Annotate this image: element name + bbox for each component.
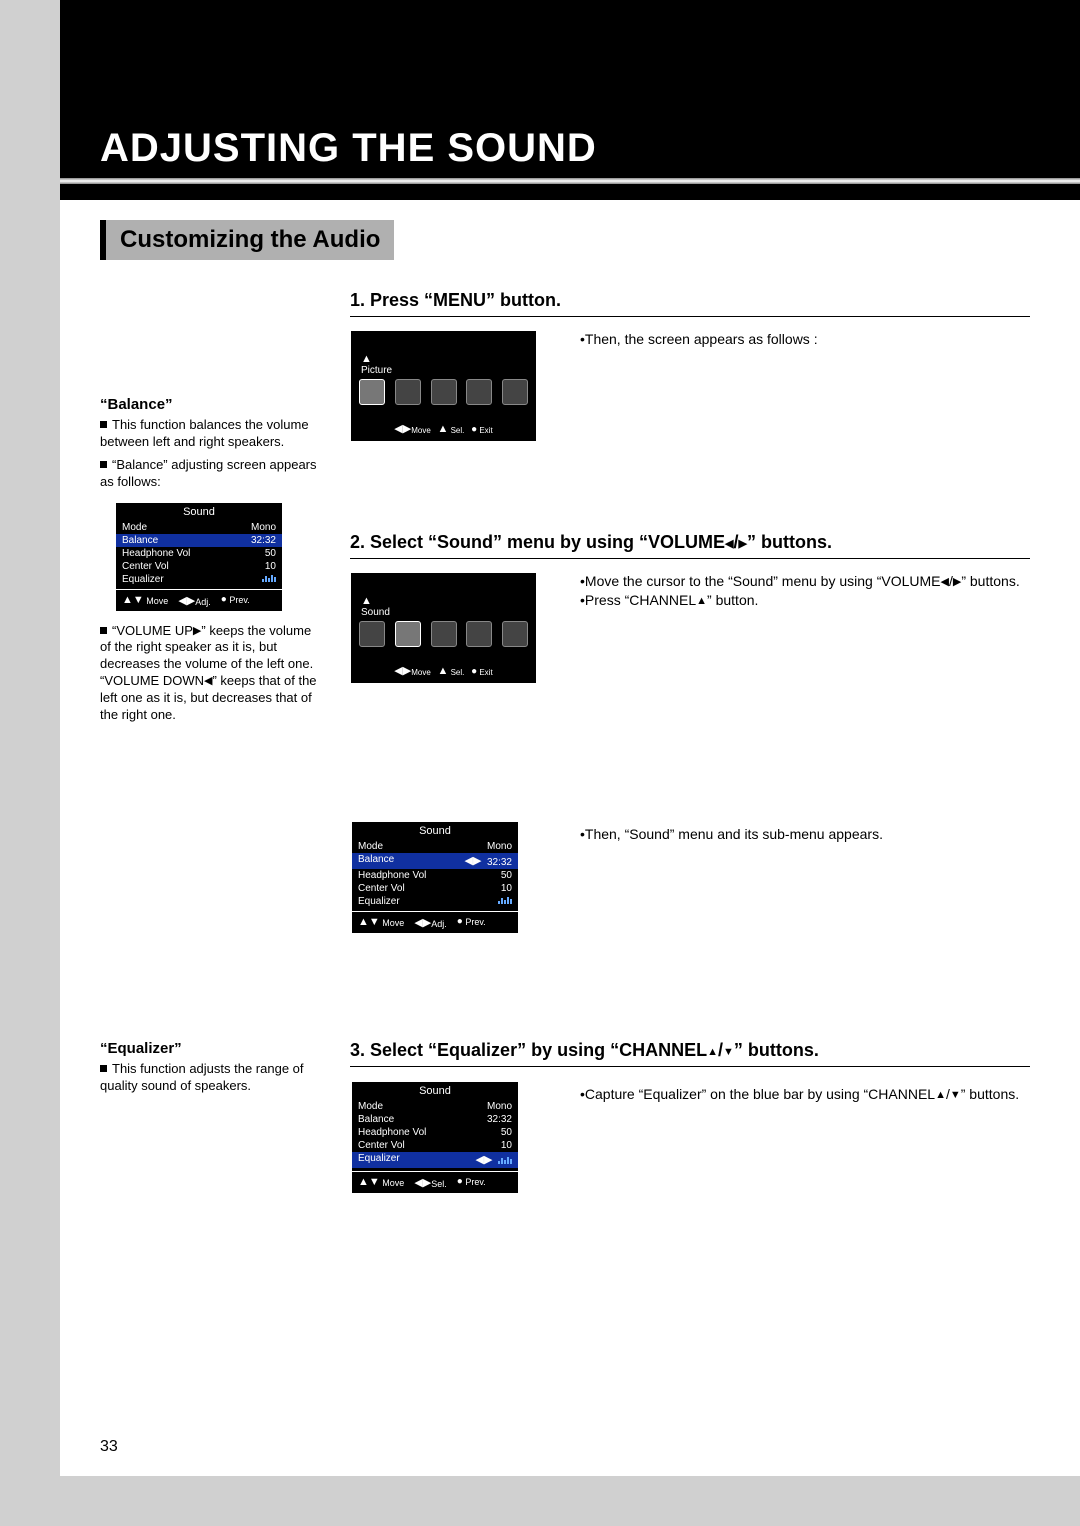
vol-left-icon [725, 532, 733, 552]
channel-icon [431, 379, 457, 405]
osd-icon-row [359, 379, 528, 405]
equalizer-bars-icon [498, 1156, 512, 1164]
step1-heading: 1. Press “MENU” button. [350, 290, 561, 311]
sidebar-equalizer: “Equalizer” This function adjusts the ra… [100, 1040, 320, 1095]
osd-row-equalizer: Equalizer [352, 1152, 518, 1168]
ch-up-icon [707, 1040, 718, 1060]
osd-screenshot-picture: Picture Move Sel. Exit [350, 330, 537, 442]
osd-label-sound: Sound [361, 607, 390, 618]
osd-footer: Move Sel. Exit [351, 422, 536, 435]
osd-screenshot-sound: Sound Move Sel. Exit [350, 572, 537, 684]
sound-icon [395, 621, 421, 647]
sidebar-balance: “Balance” This function balances the vol… [100, 396, 320, 724]
step2-text1: •Move the cursor to the “Sound” menu by … [580, 572, 1020, 610]
time-icon [466, 621, 492, 647]
vol-left-icon [941, 573, 949, 589]
equalizer-bars-icon [498, 896, 512, 904]
step2-text3: •Then, “Sound” menu and its sub-menu app… [580, 825, 1020, 844]
ch-up-icon [696, 592, 707, 608]
balance-text1: This function balances the volume betwee… [100, 417, 320, 451]
up-arrow-icon [361, 353, 372, 365]
section-subtitle: Customizing the Audio [100, 220, 394, 260]
osd-sound-menu-balance: Sound ModeMono Balance 32:32 Headphone V… [350, 820, 520, 935]
step2-heading: 2. Select “Sound” menu by using “VOLUME/… [350, 532, 832, 553]
step3-text1: •Capture “Equalizer” on the blue bar by … [580, 1085, 1020, 1104]
step1-text: •Then, the screen appears as follows : [580, 330, 1020, 349]
balance-text2: “Balance” adjusting screen appears as fo… [100, 457, 320, 491]
setup-icon [502, 379, 528, 405]
sound-icon [395, 379, 421, 405]
setup-icon [502, 621, 528, 647]
equalizer-title: “Equalizer” [100, 1040, 320, 1057]
ch-down-icon [950, 1086, 961, 1102]
picture-icon [359, 621, 385, 647]
balance-text3: “VOLUME UP” keeps the volume of the righ… [100, 623, 320, 724]
osd-label-picture: Picture [361, 365, 392, 376]
page-title: ADJUSTING THE SOUND [100, 126, 597, 171]
balance-title: “Balance” [100, 396, 320, 413]
channel-icon [431, 621, 457, 647]
step3-rule [350, 1066, 1030, 1067]
ch-down-icon [723, 1040, 734, 1060]
header-divider [60, 178, 1080, 184]
step2-rule [350, 558, 1030, 559]
osd-row-balance: Balance 32:32 [352, 853, 518, 869]
step1-rule [350, 316, 1030, 317]
step3-heading: 3. Select “Equalizer” by using “CHANNEL/… [350, 1040, 819, 1061]
time-icon [466, 379, 492, 405]
manual-page: ADJUSTING THE SOUND Customizing the Audi… [0, 0, 1080, 1526]
equalizer-text1: This function adjusts the range of quali… [100, 1061, 320, 1095]
page-number: 33 [100, 1438, 118, 1456]
up-arrow-icon [361, 595, 372, 607]
osd-balance-sidebar: Sound ModeMono Balance32:32 Headphone Vo… [114, 501, 284, 613]
ch-up-icon [935, 1086, 946, 1102]
picture-icon [359, 379, 385, 405]
osd-icon-row [359, 621, 528, 647]
vol-right-icon [739, 532, 747, 552]
osd-footer: Move Sel. Exit [351, 664, 536, 677]
osd-sound-menu-equalizer: Sound ModeMono Balance32:32 Headphone Vo… [350, 1080, 520, 1195]
